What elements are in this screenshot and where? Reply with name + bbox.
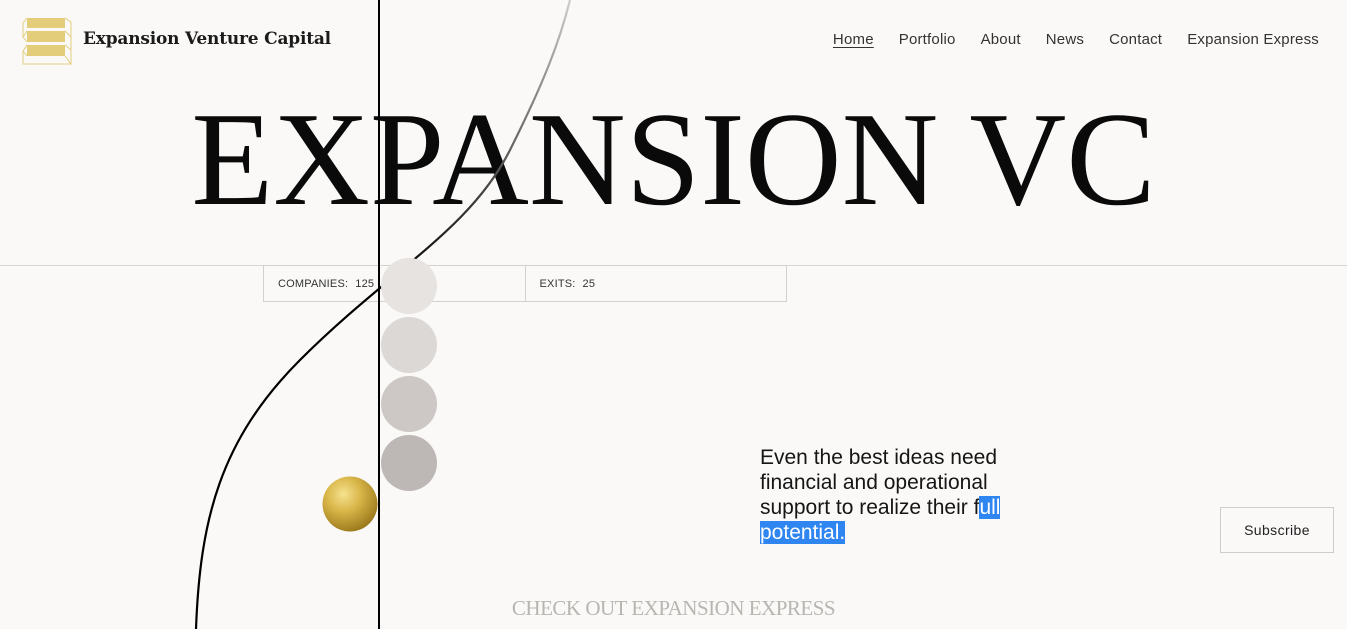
- tagline-text: Even the best ideas need financial and o…: [760, 446, 998, 519]
- brand-name[interactable]: Expansion Venture Capital: [83, 29, 331, 49]
- expansion-express-link[interactable]: CHECK OUT EXPANSION EXPRESS: [0, 596, 1347, 621]
- nav-link-expansion-express[interactable]: Expansion Express: [1187, 31, 1319, 48]
- nav-link-home[interactable]: Home: [833, 31, 874, 48]
- stat-exits: EXITS: 25: [524, 266, 787, 301]
- nav-link-about[interactable]: About: [981, 31, 1021, 48]
- stats-bar: COMPANIES: 125 EXITS: 25: [263, 265, 787, 302]
- hero-tagline: Even the best ideas need financial and o…: [760, 445, 1040, 545]
- grey-circle-3: [381, 376, 437, 432]
- grey-circle-2: [381, 317, 437, 373]
- subscribe-button[interactable]: Subscribe: [1220, 507, 1334, 553]
- stat-exits-label: EXITS:: [539, 277, 576, 290]
- stat-exits-value: 25: [582, 277, 596, 290]
- grey-circle-4: [381, 435, 437, 491]
- stat-companies: COMPANIES: 125: [264, 266, 525, 301]
- stat-companies-value: 125: [355, 277, 375, 290]
- nav-link-portfolio[interactable]: Portfolio: [899, 31, 956, 48]
- nav-link-news[interactable]: News: [1046, 31, 1084, 48]
- nav-link-contact[interactable]: Contact: [1109, 31, 1162, 48]
- hero-title: EXPANSION VC: [191, 85, 1156, 233]
- stacked-bars-logo-icon[interactable]: [22, 17, 72, 65]
- site-header: Expansion Venture Capital Home Portfolio…: [0, 0, 1347, 82]
- main-nav: Home Portfolio About News Contact Expans…: [833, 31, 1319, 48]
- stat-companies-label: COMPANIES:: [278, 277, 349, 290]
- gold-sphere: [322, 476, 378, 532]
